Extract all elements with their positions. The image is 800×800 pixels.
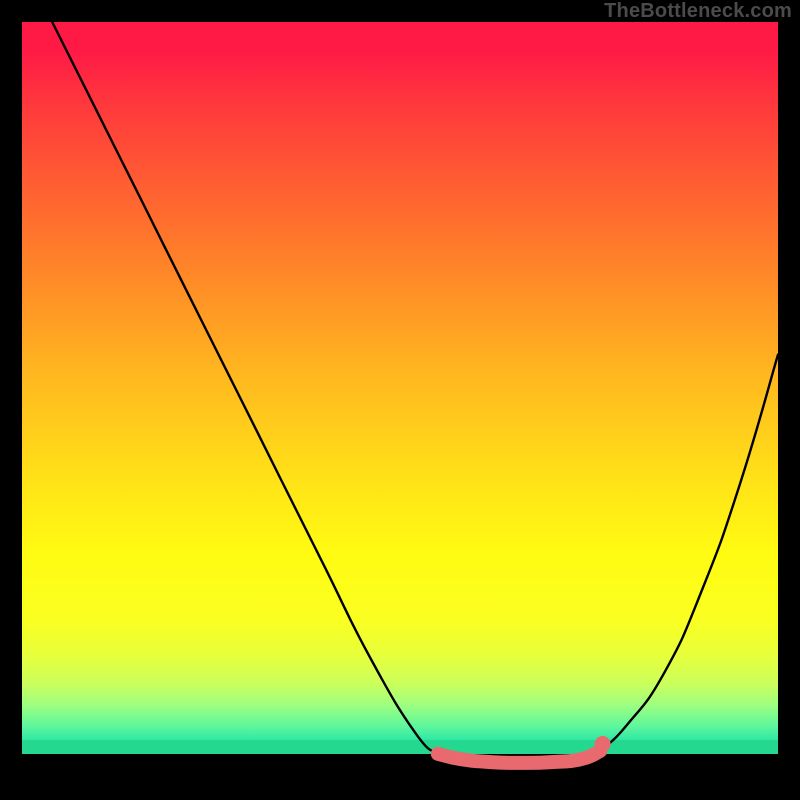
curve-left — [52, 22, 438, 754]
curve-layer — [22, 22, 778, 778]
marker-dot — [595, 736, 611, 752]
chart-frame: TheBottleneck.com — [0, 0, 800, 800]
optimal-zone — [438, 751, 601, 763]
plot-area — [22, 22, 778, 778]
watermark-text: TheBottleneck.com — [604, 0, 792, 23]
curve-right — [600, 355, 778, 751]
